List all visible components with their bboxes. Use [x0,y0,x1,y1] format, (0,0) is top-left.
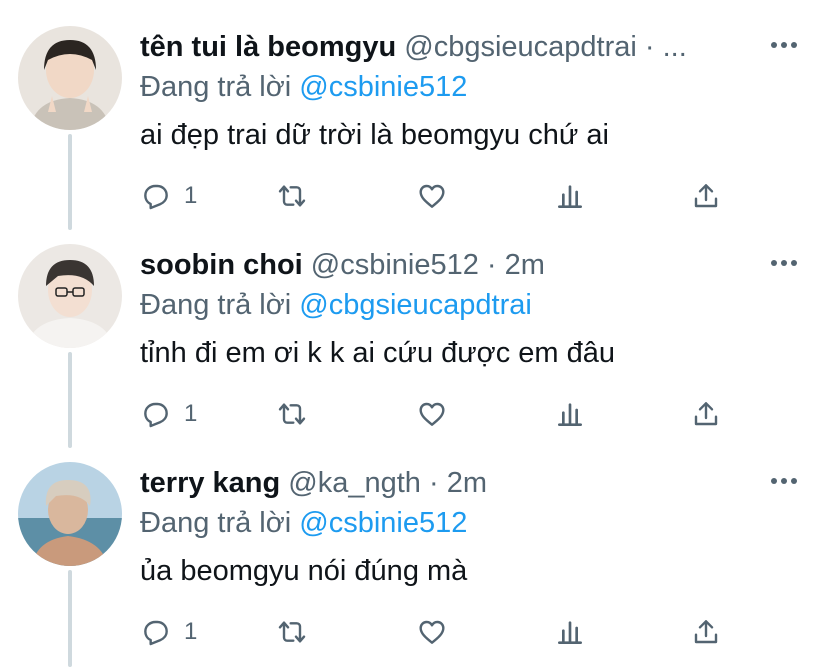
reply-button[interactable]: 1 [140,176,197,216]
heart-icon [419,184,445,208]
share-button[interactable] [690,176,722,216]
display-name[interactable]: terry kang [140,467,280,499]
share-button[interactable] [690,394,722,434]
analytics-icon [558,621,582,644]
reply-count: 1 [184,400,198,427]
replying-to: Đang trả lời @csbinie512 [140,504,467,542]
more-options-icon[interactable] [764,466,804,496]
retweet-icon [278,621,306,643]
replying-to: Đang trả lời @cbgsieucapdtrai [140,286,532,324]
tweet-actions: 1 [140,176,740,216]
display-name[interactable]: tên tui là beomgyu [140,31,396,63]
tweet[interactable]: tên tui là beomgyu @cbgsieucapdtrai · ..… [0,0,828,218]
reply-icon [144,402,168,428]
analytics-button[interactable] [554,612,586,652]
mention-link[interactable]: @csbinie512 [299,71,467,103]
retweet-button[interactable] [276,612,308,652]
tweet-actions: 1 [140,394,740,434]
tweet-text: ủa beomgyu nói đúng mà [140,555,468,587]
retweet-button[interactable] [276,394,308,434]
analytics-button[interactable] [554,176,586,216]
tweet[interactable]: soobin choi @csbinie512 · 2m Đang trả lờ… [0,218,828,436]
share-icon [694,620,718,644]
tweet-header: tên tui là beomgyu @cbgsieucapdtrai · ..… [140,28,758,66]
mention-link[interactable]: @csbinie512 [299,507,467,539]
tweet-text: tỉnh đi em ơi k k ai cứu được em đâu [140,337,615,369]
reply-icon [144,184,168,210]
reply-count: 1 [184,182,198,209]
more-options-icon[interactable] [764,248,804,278]
like-button[interactable] [416,176,448,216]
share-button[interactable] [690,612,722,652]
replying-to-label: Đang trả lời [140,71,292,103]
tweet[interactable]: terry kang @ka_ngth · 2m Đang trả lời @c… [0,436,828,654]
avatar[interactable] [18,244,122,348]
share-icon [694,184,718,208]
replying-to: Đang trả lời @csbinie512 [140,68,467,106]
display-name[interactable]: soobin choi [140,249,303,281]
tweet-header: terry kang @ka_ngth · 2m [140,464,758,502]
share-icon [694,402,718,426]
tweet-text: ai đẹp trai dữ trời là beomgyu chứ ai [140,119,609,151]
retweet-icon [278,403,306,425]
like-button[interactable] [416,394,448,434]
tweet-header: soobin choi @csbinie512 · 2m [140,246,758,284]
replying-to-label: Đang trả lời [140,507,292,539]
heart-icon [419,620,445,644]
reply-icon [144,620,168,646]
replying-to-label: Đang trả lời [140,289,292,321]
reply-button[interactable]: 1 [140,612,197,652]
reply-button[interactable]: 1 [140,394,197,434]
avatar[interactable] [18,26,122,130]
reply-count: 1 [184,618,198,645]
handle-and-time: @csbinie512 · 2m [310,249,545,281]
like-button[interactable] [416,612,448,652]
avatar[interactable] [18,462,122,566]
retweet-icon [278,185,306,207]
handle-and-time: @ka_ngth · 2m [288,467,487,499]
tweet-actions: 1 [140,612,740,652]
analytics-icon [558,403,582,426]
analytics-icon [558,185,582,208]
handle-and-time: @cbgsieucapdtrai · ... [404,31,687,63]
heart-icon [419,402,445,426]
mention-link[interactable]: @cbgsieucapdtrai [299,289,532,321]
more-options-icon[interactable] [764,30,804,60]
retweet-button[interactable] [276,176,308,216]
analytics-button[interactable] [554,394,586,434]
